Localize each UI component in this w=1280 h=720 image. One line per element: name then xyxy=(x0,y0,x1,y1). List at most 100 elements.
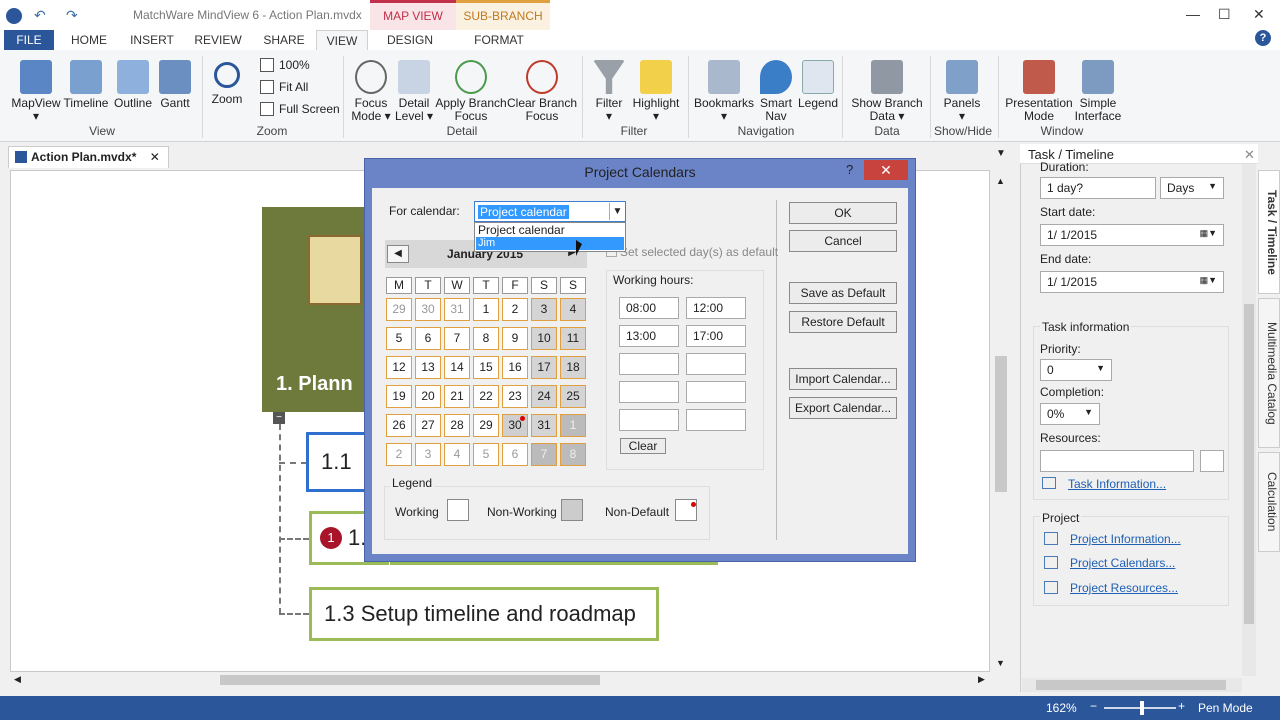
calendar-day[interactable]: 6 xyxy=(502,443,528,466)
project-information-link[interactable]: Project Information... xyxy=(1070,532,1181,546)
calendar-day[interactable]: 21 xyxy=(444,385,470,408)
duration-unit-select[interactable]: Days ▼ xyxy=(1160,177,1224,199)
highlight-button[interactable]: Highlight ▾ xyxy=(628,56,684,123)
bookmarks-button[interactable]: Bookmarks ▾ xyxy=(692,56,756,123)
calendar-day[interactable]: 25 xyxy=(560,385,586,408)
panel-vertical-scrollbar[interactable] xyxy=(1242,164,1256,676)
hours-end-4[interactable] xyxy=(686,381,746,403)
ok-button[interactable]: OK xyxy=(789,202,897,224)
calendar-day[interactable]: 29 xyxy=(386,298,412,321)
calendar-day[interactable]: 14 xyxy=(444,356,470,379)
timeline-button[interactable]: Timeline xyxy=(62,56,110,110)
show-branch-data-button[interactable]: Show Branch Data ▾ xyxy=(846,56,928,123)
gantt-button[interactable]: Gantt xyxy=(154,56,196,110)
calendar-day[interactable]: 29 xyxy=(473,414,499,437)
tab-home[interactable]: HOME xyxy=(66,30,112,50)
hours-start-3[interactable] xyxy=(619,353,679,375)
calendar-day[interactable]: 31 xyxy=(531,414,557,437)
completion-select[interactable]: 0% ▼ xyxy=(1040,403,1100,425)
vertical-scrollbar[interactable]: ▲ ▼ xyxy=(993,170,1009,672)
vertical-scroll-thumb[interactable] xyxy=(995,356,1007,492)
zoom-out-icon[interactable]: − xyxy=(1090,699,1097,713)
tab-share[interactable]: SHARE xyxy=(260,30,308,50)
calendar-day[interactable]: 31 xyxy=(444,298,470,321)
calendar-day[interactable]: 23 xyxy=(502,385,528,408)
hours-end-5[interactable] xyxy=(686,409,746,431)
resources-input[interactable] xyxy=(1040,450,1194,472)
hours-end-1[interactable]: 12:00 xyxy=(686,297,746,319)
resources-picker-icon[interactable] xyxy=(1200,450,1224,472)
hours-start-5[interactable] xyxy=(619,409,679,431)
calendar-day[interactable]: 19 xyxy=(386,385,412,408)
calendar-day[interactable]: 5 xyxy=(473,443,499,466)
vtab-task-timeline[interactable]: Task / Timeline xyxy=(1258,170,1280,294)
vtab-multimedia-catalog[interactable]: Multimedia Catalog xyxy=(1258,298,1280,448)
hours-start-4[interactable] xyxy=(619,381,679,403)
root-topic[interactable]: 1. Plann xyxy=(262,207,366,412)
smart-nav-button[interactable]: Smart Nav xyxy=(756,56,796,123)
horizontal-scrollbar[interactable]: ◀ ▶ xyxy=(10,672,990,688)
start-date-input[interactable]: 1/ 1/2015 ▦▼ xyxy=(1040,224,1224,246)
tab-view[interactable]: VIEW xyxy=(316,30,368,50)
tab-insert[interactable]: INSERT xyxy=(126,30,178,50)
close-panel-icon[interactable]: ✕ xyxy=(1244,147,1255,163)
calendar-day[interactable]: 30 xyxy=(502,414,528,437)
calendar-select[interactable]: Project calendar ▼ xyxy=(474,201,626,222)
calendar-day[interactable]: 22 xyxy=(473,385,499,408)
fit-all-button[interactable]: Fit All xyxy=(260,80,308,94)
horizontal-scroll-thumb[interactable] xyxy=(220,675,600,685)
minimize-icon[interactable]: — xyxy=(1186,6,1200,22)
duration-input[interactable]: 1 day? xyxy=(1040,177,1156,199)
priority-select[interactable]: 0 ▼ xyxy=(1040,359,1112,381)
focus-mode-button[interactable]: Focus Mode ▾ xyxy=(346,56,396,123)
calendar-day[interactable]: 2 xyxy=(386,443,412,466)
topic-1-3[interactable]: 1.3 Setup timeline and roadmap xyxy=(309,587,659,641)
calendar-day[interactable]: 13 xyxy=(415,356,441,379)
panels-button[interactable]: Panels ▾ xyxy=(938,56,986,123)
calendar-day[interactable]: 7 xyxy=(531,443,557,466)
end-date-input[interactable]: 1/ 1/2015 ▦▼ xyxy=(1040,271,1224,293)
mapview-button[interactable]: MapView ▾ xyxy=(8,56,64,123)
cancel-button[interactable]: Cancel xyxy=(789,230,897,252)
chevron-down-icon[interactable]: ▼ xyxy=(609,203,625,220)
calendar-day[interactable]: 4 xyxy=(560,298,586,321)
dialog-help-icon[interactable]: ? xyxy=(846,162,853,177)
zoom-button[interactable]: Zoom xyxy=(206,56,248,106)
outline-button[interactable]: Outline xyxy=(110,56,156,110)
restore-default-button[interactable]: Restore Default xyxy=(789,311,897,333)
calendar-day[interactable]: 8 xyxy=(560,443,586,466)
detail-level-button[interactable]: Detail Level ▾ xyxy=(394,56,434,123)
calendar-day[interactable]: 1 xyxy=(473,298,499,321)
clear-branch-focus-button[interactable]: Clear Branch Focus xyxy=(506,56,578,123)
tab-list-dropdown-icon[interactable]: ▼ xyxy=(996,148,1006,159)
presentation-mode-button[interactable]: Presentation Mode xyxy=(1002,56,1076,123)
calendar-day[interactable]: 12 xyxy=(386,356,412,379)
vtab-calculation[interactable]: Calculation xyxy=(1258,452,1280,552)
export-calendar-button[interactable]: Export Calendar... xyxy=(789,397,897,419)
close-tab-icon[interactable]: ✕ xyxy=(150,150,160,164)
prev-month-icon[interactable]: ◀ xyxy=(387,245,409,263)
set-default-checkbox[interactable]: Set selected day(s) as default xyxy=(606,245,778,259)
collapse-icon[interactable]: − xyxy=(273,412,285,424)
calendar-day[interactable]: 3 xyxy=(531,298,557,321)
calendar-day[interactable]: 10 xyxy=(531,327,557,350)
maximize-icon[interactable]: ☐ xyxy=(1218,6,1231,23)
calendar-day[interactable]: 16 xyxy=(502,356,528,379)
save-as-default-button[interactable]: Save as Default xyxy=(789,282,897,304)
tab-review[interactable]: REVIEW xyxy=(192,30,244,50)
calendar-day[interactable]: 27 xyxy=(415,414,441,437)
hours-end-3[interactable] xyxy=(686,353,746,375)
calendar-day[interactable]: 18 xyxy=(560,356,586,379)
calendar-day[interactable]: 30 xyxy=(415,298,441,321)
calendar-day[interactable]: 11 xyxy=(560,327,586,350)
document-tab[interactable]: Action Plan.mvdx* ✕ xyxy=(8,146,169,168)
calendar-day[interactable]: 5 xyxy=(386,327,412,350)
calendar-day[interactable]: 4 xyxy=(444,443,470,466)
hours-end-2[interactable]: 17:00 xyxy=(686,325,746,347)
undo-icon[interactable]: ↶ xyxy=(34,7,46,24)
help-icon[interactable]: ? xyxy=(1255,30,1271,46)
calendar-option-project[interactable]: Project calendar xyxy=(476,224,624,237)
zoom-in-icon[interactable]: + xyxy=(1178,699,1185,713)
calendar-day[interactable]: 15 xyxy=(473,356,499,379)
calendar-day[interactable]: 7 xyxy=(444,327,470,350)
